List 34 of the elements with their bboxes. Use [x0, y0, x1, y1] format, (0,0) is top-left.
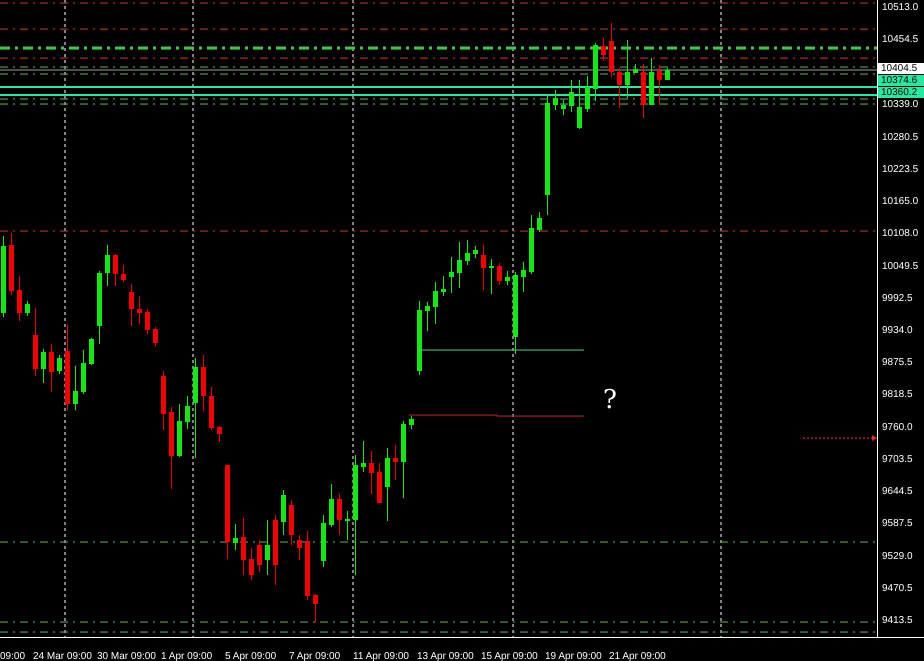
- price-label: 9992.5: [881, 294, 913, 304]
- time-label: 09:00: [0, 651, 26, 661]
- price-tag: 10360.2: [878, 87, 924, 98]
- time-label: 30 Mar 09:00: [97, 651, 156, 661]
- price-label: 10339.0: [881, 100, 918, 110]
- time-label: 19 Apr 09:00: [545, 651, 602, 661]
- price-label: 9703.5: [881, 454, 913, 465]
- price-label: 9875.5: [881, 358, 913, 368]
- time-label: 11 Apr 09:00: [353, 651, 409, 661]
- annotation-text: ?: [603, 385, 617, 415]
- price-tag: 10374.6: [878, 75, 924, 86]
- price-label: 10165.0: [881, 197, 918, 208]
- price-label: 9470.5: [881, 584, 913, 594]
- time-label: 13 Apr 09:00: [417, 651, 474, 661]
- price-label: 9818.5: [881, 390, 913, 400]
- time-label: 21 Apr 09:00: [609, 651, 666, 661]
- price-label: 9760.0: [881, 422, 913, 433]
- time-label: 5 Apr 09:00: [225, 651, 276, 661]
- price-label: 10223.5: [881, 164, 918, 175]
- time-label: 7 Apr 09:00: [289, 651, 340, 661]
- price-label: 9934.0: [881, 326, 913, 336]
- price-label: 10108.0: [881, 229, 918, 240]
- price-label: 9587.5: [881, 519, 913, 530]
- price-label: 9413.5: [881, 616, 913, 626]
- price-tag: 10404.5: [878, 63, 924, 74]
- time-label: 15 Apr 09:00: [481, 651, 538, 661]
- price-label: 10454.5: [881, 35, 918, 46]
- price-label: 9644.5: [881, 487, 913, 498]
- price-label: 9529.0: [881, 552, 913, 562]
- price-label: 10280.5: [881, 132, 918, 143]
- time-label: 24 Mar 09:00: [33, 651, 92, 661]
- price-label: 10049.5: [881, 262, 918, 272]
- time-label: 1 Apr 09:00: [161, 651, 212, 661]
- price-label: 10513.0: [881, 3, 918, 14]
